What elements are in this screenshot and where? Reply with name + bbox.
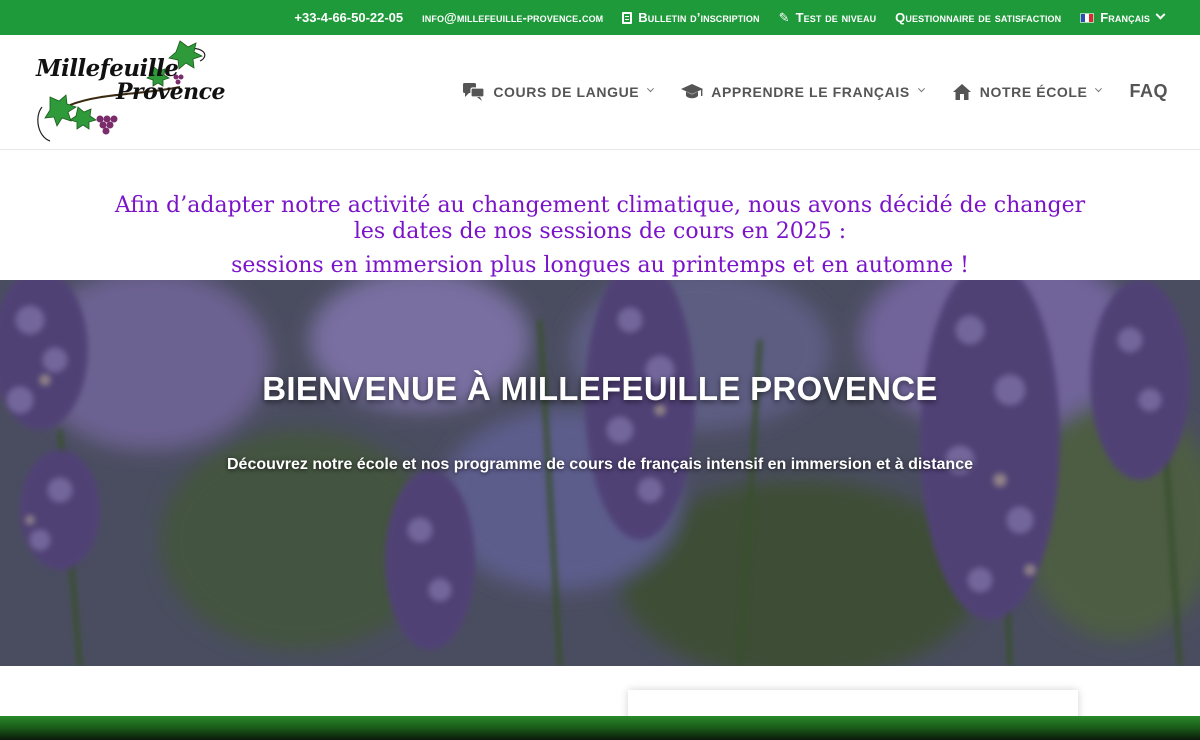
chevron-down-icon — [1155, 9, 1166, 20]
hero-banner: BIENVENUE À MILLEFEUILLE PROVENCE Découv… — [0, 280, 1200, 666]
test-level-link[interactable]: ✎ Test de niveau — [779, 10, 877, 25]
graduation-cap-icon — [681, 83, 704, 101]
bulletin-label: Bulletin d’inscription — [638, 10, 760, 25]
climate-announcement: Afin d’adapter notre activité au changem… — [0, 193, 1200, 279]
chevron-down-icon — [917, 85, 925, 93]
nav-item-cours-de-langue[interactable]: Cours de langue — [463, 82, 655, 101]
site-header: Millefeuille Provence Cours de langue Ap… — [0, 35, 1200, 150]
home-icon — [952, 83, 972, 101]
document-icon — [622, 11, 633, 24]
logo-text-line1: Millefeuille — [36, 55, 179, 82]
language-label: Français — [1100, 10, 1150, 25]
test-level-label: Test de niveau — [795, 10, 877, 25]
hero-title: BIENVENUE À MILLEFEUILLE PROVENCE — [262, 370, 938, 407]
questionnaire-link[interactable]: Questionnaire de satisfaction — [895, 10, 1061, 25]
site-logo[interactable]: Millefeuille Provence — [30, 37, 225, 147]
nav-item-notre-ecole[interactable]: Notre école — [952, 83, 1103, 101]
bottom-green-bar — [0, 716, 1200, 740]
nav-label: Cours de langue — [493, 83, 640, 100]
pencil-icon: ✎ — [778, 9, 790, 25]
top-bar: +33-4-66-50-22-05 info@millefeuille-prov… — [0, 0, 1200, 35]
main-nav: Cours de langue Apprendre le français No… — [435, 35, 1168, 148]
announcement-line2: sessions en immersion plus longues au pr… — [231, 253, 969, 278]
nav-item-faq[interactable]: FAQ — [1129, 81, 1168, 102]
nav-item-apprendre-le-francais[interactable]: Apprendre le français — [681, 83, 925, 101]
chat-bubbles-icon — [463, 82, 485, 101]
logo-text-line2: Provence — [116, 79, 225, 105]
language-selector[interactable]: Français — [1080, 9, 1166, 25]
email-link[interactable]: info@millefeuille-provence.com — [422, 10, 603, 25]
announcement-line1: Afin d’adapter notre activité au changem… — [114, 193, 1086, 244]
phone-link[interactable]: +33-4-66-50-22-05 — [294, 10, 403, 25]
bulletin-link[interactable]: Bulletin d’inscription — [622, 10, 759, 25]
nav-label: Apprendre le français — [711, 83, 910, 100]
nav-label: Notre école — [979, 83, 1088, 100]
french-flag-icon — [1080, 12, 1095, 23]
hero-subtitle: Découvrez notre école et nos programme d… — [226, 456, 973, 473]
chevron-down-icon — [1095, 85, 1103, 93]
chevron-down-icon — [647, 85, 655, 93]
